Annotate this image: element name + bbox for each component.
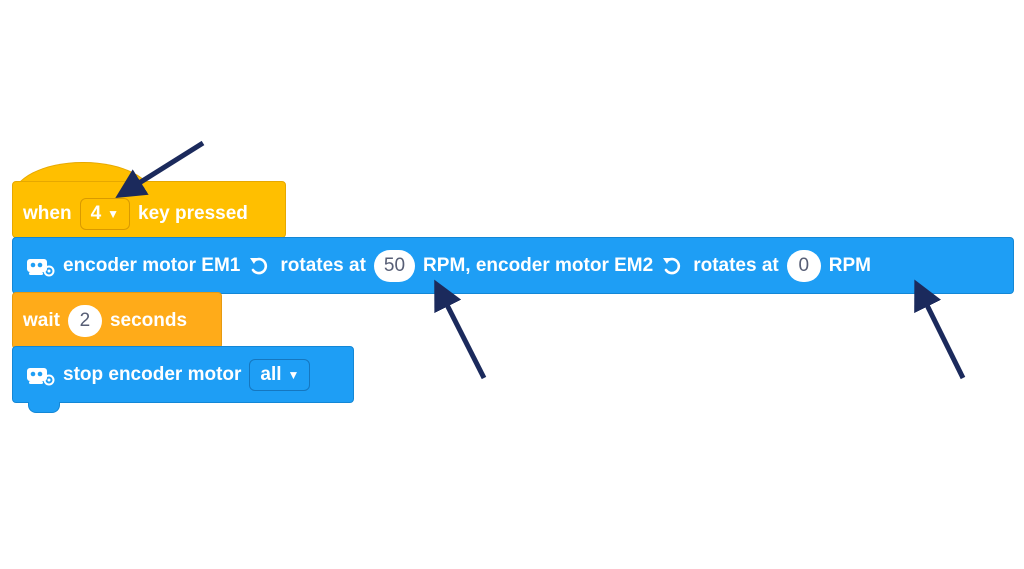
rotate-ccw-icon [250,257,268,274]
key-pressed-label: key pressed [138,202,248,224]
arrow-icon [434,279,487,380]
encoder-motor-icon [27,258,55,276]
wait-label: wait [23,309,60,331]
em2-rpm-input[interactable]: 0 [786,249,821,282]
key-value: 4 [90,202,102,224]
when-label: when [23,202,72,224]
motor-selection-dropdown[interactable]: all ▼ [249,358,311,391]
wait-seconds-input[interactable]: 2 [67,304,102,337]
triangle-down-icon: ▼ [287,367,300,382]
rotates-at-label-1: rotates at [280,254,366,276]
rotates-at-label-2: rotates at [693,254,779,276]
motor-selection-value: all [260,363,282,385]
encoder-motor-icon [27,367,55,385]
encoder-motor-rotate-block[interactable]: encoder motor EM1 rotates at 50 RPM, enc… [12,237,1014,294]
seconds-label: seconds [109,309,188,331]
stop-encoder-motor-block[interactable]: stop encoder motor all ▼ [12,346,354,403]
key-dropdown[interactable]: 4 ▼ [79,197,131,230]
stop-block-bottom-notch [28,402,60,413]
em1-rpm-input[interactable]: 50 [373,249,416,282]
rotate-ccw-icon [663,257,681,274]
arrow-icon [914,279,966,380]
when-key-pressed-block[interactable]: when 4 ▼ key pressed [12,181,286,238]
triangle-down-icon: ▼ [107,206,120,221]
em2-label: RPM, encoder motor EM2 [423,254,654,276]
rpm-unit-label: RPM [828,254,871,276]
stop-encoder-motor-label: stop encoder motor [63,363,242,385]
wait-seconds-block[interactable]: wait 2 seconds [12,292,222,349]
em1-label: encoder motor EM1 [63,254,241,276]
